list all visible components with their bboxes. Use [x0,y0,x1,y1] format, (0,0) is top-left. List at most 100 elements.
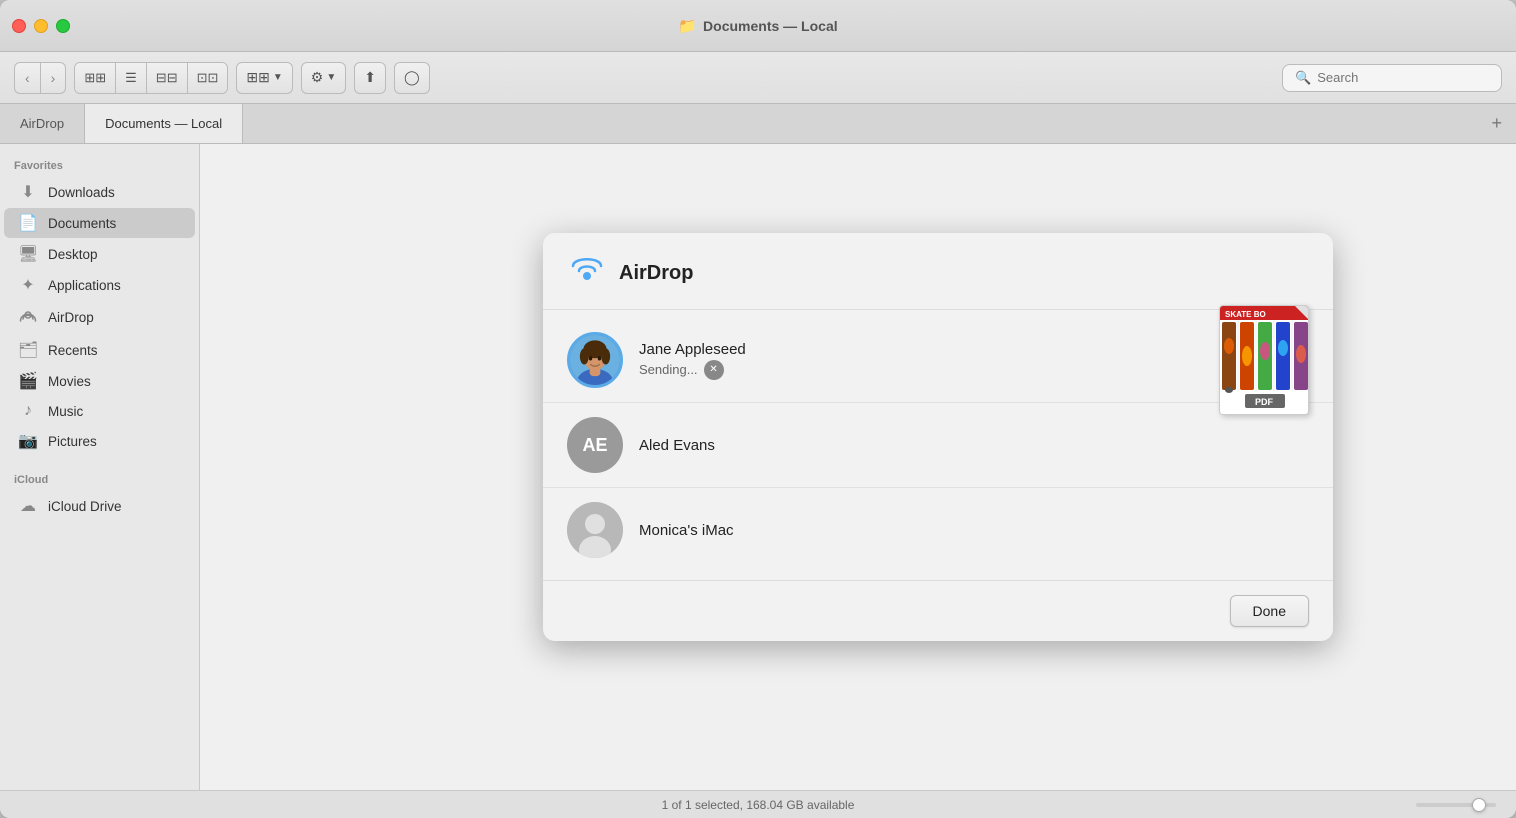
sidebar-item-label: Pictures [48,434,97,449]
icloud-drive-icon: ☁ [18,496,38,516]
back-button[interactable]: ‹ [14,62,41,94]
action-button[interactable]: ⚙ ▼ [301,62,346,94]
jane-status: Sending... [639,360,1309,380]
music-icon: ♪ [18,402,38,420]
person-row-aled[interactable]: AE Aled Evans [543,403,1333,488]
applications-icon: ✦ [18,275,38,295]
status-bar: 1 of 1 selected, 168.04 GB available [0,790,1516,818]
share-icon: ⬆ [364,69,376,86]
aled-info: Aled Evans [639,437,1309,454]
person-row-jane[interactable]: Jane Appleseed Sending... [543,318,1333,403]
gallery-view-button[interactable]: ⊡⊡ [188,63,228,93]
pdf-thumb-image: SKATE BO [1219,305,1309,415]
content-area: Favorites ⬇ Downloads 📄 Documents 🖥 Desk… [0,144,1516,790]
sidebar-item-applications[interactable]: ✦ Applications [4,270,195,300]
view-buttons: ⊞⊞ ☰ ⊟⊟ ⊡⊡ [74,62,228,94]
sidebar-item-label: iCloud Drive [48,499,122,514]
sidebar-item-movies[interactable]: 🎬 Movies [4,366,195,396]
modal-body: Jane Appleseed Sending... [543,310,1333,580]
modal-header: AirDrop [543,233,1333,310]
modal-footer: Done [543,580,1333,641]
done-button[interactable]: Done [1230,595,1309,627]
tabs-bar: AirDrop Documents — Local + [0,104,1516,144]
close-button[interactable] [12,19,26,33]
airdrop-icon [18,306,38,329]
search-input[interactable] [1317,70,1489,85]
modal-title: AirDrop [619,262,693,285]
pdf-thumbnail: SKATE BO [1219,305,1309,415]
desktop-icon: 🖥 [18,244,38,264]
tab-documents-local[interactable]: Documents — Local [85,104,243,143]
recents-icon: 🗂 [18,340,38,360]
window-title: Documents — Local [703,18,838,34]
icloud-section-title: iCloud [0,466,199,490]
maximize-button[interactable] [56,19,70,33]
jane-cancel-button[interactable] [704,360,724,380]
sidebar-item-recents[interactable]: 🗂 Recents [4,335,195,365]
sidebar-item-label: Music [48,404,83,419]
tab-airdrop[interactable]: AirDrop [0,104,85,143]
sidebar-item-label: Desktop [48,247,98,262]
monica-info: Monica's iMac [639,522,1309,539]
sidebar-item-label: Recents [48,343,98,358]
zoom-slider[interactable] [1416,803,1496,807]
sidebar-item-icloud-drive[interactable]: ☁ iCloud Drive [4,491,195,521]
search-bar[interactable]: 🔍 [1282,64,1502,92]
svg-text:SKATE BO: SKATE BO [1225,310,1266,319]
sidebar-item-label: AirDrop [48,310,94,325]
modal-overlay: AirDrop [200,144,1516,790]
group-chevron: ▼ [273,72,283,83]
airdrop-wifi-icon [567,253,607,293]
sidebar-item-pictures[interactable]: 📷 Pictures [4,426,195,456]
toolbar: ‹ › ⊞⊞ ☰ ⊟⊟ ⊡⊡ ⊞⊞ ▼ ⚙ ▼ ⬆ ◯ 🔍 [0,52,1516,104]
group-button[interactable]: ⊞⊞ ▼ [236,62,292,94]
traffic-lights [12,19,70,33]
sidebar-item-documents[interactable]: 📄 Documents [4,208,195,238]
navigation-buttons: ‹ › [14,62,66,94]
sidebar: Favorites ⬇ Downloads 📄 Documents 🖥 Desk… [0,144,200,790]
tag-button[interactable]: ◯ [394,62,430,94]
avatar-jane [567,332,623,388]
sidebar-item-label: Movies [48,374,91,389]
sidebar-item-label: Applications [48,278,121,293]
window-title-area: 📁 Documents — Local [678,17,837,35]
sidebar-item-desktop[interactable]: 🖥 Desktop [4,239,195,269]
sidebar-item-music[interactable]: ♪ Music [4,397,195,425]
avatar-monica [567,502,623,558]
gear-icon: ⚙ [311,69,324,86]
sidebar-item-downloads[interactable]: ⬇ Downloads [4,177,195,207]
minimize-button[interactable] [34,19,48,33]
movies-icon: 🎬 [18,371,38,391]
window-folder-icon: 📁 [678,17,697,35]
finder-window: 📁 Documents — Local ‹ › ⊞⊞ ☰ ⊟⊟ ⊡⊡ ⊞⊞ ▼ … [0,0,1516,818]
sidebar-item-label: Downloads [48,185,115,200]
tab-add-button[interactable]: + [1477,104,1516,143]
pictures-icon: 📷 [18,431,38,451]
action-chevron: ▼ [326,72,336,83]
slider-thumb [1472,798,1486,812]
group-icon: ⊞⊞ [246,69,269,86]
favorites-section-title: Favorites [0,152,199,176]
share-button[interactable]: ⬆ [354,62,386,94]
main-content: AirDrop [200,144,1516,790]
status-text: 1 of 1 selected, 168.04 GB available [662,798,855,812]
avatar-aled: AE [567,417,623,473]
forward-button[interactable]: › [41,62,67,94]
documents-icon: 📄 [18,213,38,233]
jane-name: Jane Appleseed [639,341,1309,358]
sidebar-item-airdrop[interactable]: AirDrop [4,301,195,334]
person-row-monica[interactable]: Monica's iMac [543,488,1333,572]
sidebar-item-label: Documents [48,216,116,231]
tag-icon: ◯ [404,69,420,86]
icon-view-button[interactable]: ⊞⊞ [75,63,116,93]
downloads-icon: ⬇ [18,182,38,202]
monica-name: Monica's iMac [639,522,1309,539]
column-view-button[interactable]: ⊟⊟ [147,63,188,93]
aled-name: Aled Evans [639,437,1309,454]
search-icon: 🔍 [1295,70,1311,86]
slider-track [1416,803,1496,807]
list-view-button[interactable]: ☰ [116,63,147,93]
jane-info: Jane Appleseed Sending... [639,341,1309,380]
airdrop-modal: AirDrop [543,233,1333,641]
title-bar: 📁 Documents — Local [0,0,1516,52]
